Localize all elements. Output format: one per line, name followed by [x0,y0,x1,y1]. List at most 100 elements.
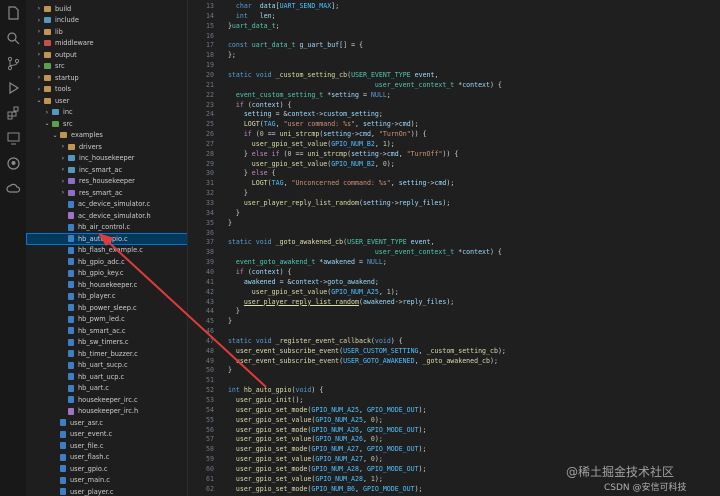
source-control-icon[interactable] [4,54,22,72]
code-line[interactable]: 55 user_gpio_set_value(GPIO_NUM_A25, 0); [188,415,720,425]
tree-file[interactable]: user_flash.c [26,452,187,464]
code-line[interactable]: 58 user_gpio_set_mode(GPIO_NUM_A27, GPIO… [188,444,720,454]
code-line[interactable]: 33 user_player_reply_list_random(setting… [188,198,720,208]
tree-folder[interactable]: › tools [26,84,187,96]
tree-file[interactable]: hb_flash_example.c [26,245,187,257]
code-line[interactable]: 23 if (context) { [188,100,720,110]
tree-file[interactable]: hb_power_sleep.c [26,302,187,314]
chevron-right-icon[interactable]: › [36,40,42,47]
chevron-right-icon[interactable]: › [36,74,42,81]
tree-file[interactable]: hb_air_control.c [26,222,187,234]
run-debug-icon[interactable] [4,79,22,97]
tree-file[interactable]: housekeeper_irc.c [26,394,187,406]
tree-file[interactable]: ac_device_simulator.h [26,210,187,222]
tree-file[interactable]: user_event.c [26,429,187,441]
tree-file[interactable]: user_asr.c [26,417,187,429]
chevron-right-icon[interactable]: › [36,51,42,58]
tree-folder[interactable]: › include [26,15,187,27]
code-line[interactable]: 22 event_custom_setting_t *setting = NUL… [188,90,720,100]
code-line[interactable]: 13 char data[UART_SEND_MAX]; [188,1,720,11]
tree-file[interactable]: housekeeper_irc.h [26,406,187,418]
tree-folder[interactable]: ⌄ src [26,118,187,130]
chevron-down-icon[interactable]: ⌄ [44,120,50,127]
tree-file[interactable]: hb_pwm_led.c [26,314,187,326]
code-line[interactable]: 43 user_player_reply_list_random(awakene… [188,297,720,307]
github-icon[interactable] [4,154,22,172]
code-line[interactable]: 25 LOGT(TAG, "user command: %s", setting… [188,119,720,129]
tree-file[interactable]: hb_timer_buzzer.c [26,348,187,360]
code-line[interactable]: 27 user_gpio_set_value(GPIO_NUM_B2, 1); [188,139,720,149]
code-line[interactable]: 54 user_gpio_set_mode(GPIO_NUM_A25, GPIO… [188,405,720,415]
code-line[interactable]: 19 [188,60,720,70]
tree-file[interactable]: hb_housekeeper.c [26,279,187,291]
code-line[interactable]: 18 }; [188,50,720,60]
code-line[interactable]: 45 } [188,316,720,326]
chevron-right-icon[interactable]: › [36,5,42,12]
code-line[interactable]: 42 user_gpio_set_value(GPIO_NUM_A25, 1); [188,287,720,297]
code-line[interactable]: 40 if (context) { [188,267,720,277]
tree-folder[interactable]: › inc_smart_ac [26,164,187,176]
tree-folder[interactable]: ⌄ user [26,95,187,107]
code-line[interactable]: 51 [188,375,720,385]
tree-file[interactable]: hb_gpio_adc.c [26,256,187,268]
search-icon[interactable] [4,29,22,47]
tree-folder[interactable]: › res_smart_ac [26,187,187,199]
remote-explorer-icon[interactable] [4,129,22,147]
code-line[interactable]: 44 } [188,306,720,316]
tree-file[interactable]: hb_smart_ac.c [26,325,187,337]
code-line[interactable]: 34 } [188,208,720,218]
chevron-right-icon[interactable]: › [60,166,66,173]
code-line[interactable]: 21 user_event_context_t *context) { [188,80,720,90]
tree-folder[interactable]: › drivers [26,141,187,153]
tree-folder[interactable]: › src [26,61,187,73]
code-line[interactable]: 20 static void _custom_setting_cb(USER_E… [188,70,720,80]
code-line[interactable]: 39 event_goto_awakend_t *awakened = NULL… [188,257,720,267]
chevron-right-icon[interactable]: › [36,63,42,70]
tree-folder[interactable]: › build [26,3,187,15]
code-line[interactable]: 50 } [188,365,720,375]
code-line[interactable]: 32 } [188,188,720,198]
chevron-right-icon[interactable]: › [60,178,66,185]
code-line[interactable]: 24 setting = &context->custom_setting; [188,109,720,119]
tree-file[interactable]: user_main.c [26,475,187,487]
code-line[interactable]: 56 user_gpio_set_mode(GPIO_NUM_A26, GPIO… [188,425,720,435]
chevron-down-icon[interactable]: ⌄ [52,132,58,139]
chevron-down-icon[interactable]: ⌄ [36,97,42,104]
tree-folder[interactable]: › lib [26,26,187,38]
code-line[interactable]: 35 } [188,218,720,228]
extensions-icon[interactable] [4,104,22,122]
cloud-icon[interactable] [4,179,22,197]
tree-file[interactable]: hb_auto_gpio.c [26,233,187,245]
chevron-right-icon[interactable]: › [36,86,42,93]
code-line[interactable]: 52 int hb_auto_gpio(void) { [188,385,720,395]
code-line[interactable]: 41 awakened = &context->goto_awakend; [188,277,720,287]
code-line[interactable]: 17 const uart_data_t g_uart_buf[] = { [188,40,720,50]
code-line[interactable]: 36 [188,228,720,238]
code-line[interactable]: 57 user_gpio_set_value(GPIO_NUM_A26, 0); [188,434,720,444]
code-line[interactable]: 26 if (0 == uni_strcmp(setting->cmd, "Tu… [188,129,720,139]
code-line[interactable]: 49 user_event_subscribe_event(USER_GOTO_… [188,356,720,366]
tree-file[interactable]: hb_sw_timers.c [26,337,187,349]
code-line[interactable]: 47 static void _register_event_callback(… [188,336,720,346]
code-line[interactable]: 48 user_event_subscribe_event(USER_CUSTO… [188,346,720,356]
tree-file[interactable]: hb_uart_sucp.c [26,360,187,372]
chevron-right-icon[interactable]: › [36,28,42,35]
tree-folder[interactable]: › res_housekeeper [26,176,187,188]
chevron-right-icon[interactable]: › [36,17,42,24]
tree-file[interactable]: hb_uart.c [26,383,187,395]
code-line[interactable]: 38 user_event_context_t *context) { [188,247,720,257]
code-line[interactable]: 53 user_gpio_init(); [188,395,720,405]
chevron-right-icon[interactable]: › [60,143,66,150]
tree-folder[interactable]: › middleware [26,38,187,50]
tree-file[interactable]: hb_gpio_key.c [26,268,187,280]
tree-folder[interactable]: › inc_housekeeper [26,153,187,165]
code-editor[interactable]: 13 char data[UART_SEND_MAX]; 14 int len; 1… [188,0,720,496]
code-line[interactable]: 37 static void _goto_awakened_cb(USER_EV… [188,237,720,247]
tree-file[interactable]: user_file.c [26,440,187,452]
code-line[interactable]: 30 } else { [188,168,720,178]
tree-folder[interactable]: › inc [26,107,187,119]
tree-file[interactable]: hb_player.c [26,291,187,303]
tree-file[interactable]: ac_device_simulator.c [26,199,187,211]
code-line[interactable]: 29 user_gpio_set_value(GPIO_NUM_B2, 0); [188,159,720,169]
code-line[interactable]: 16 [188,31,720,41]
